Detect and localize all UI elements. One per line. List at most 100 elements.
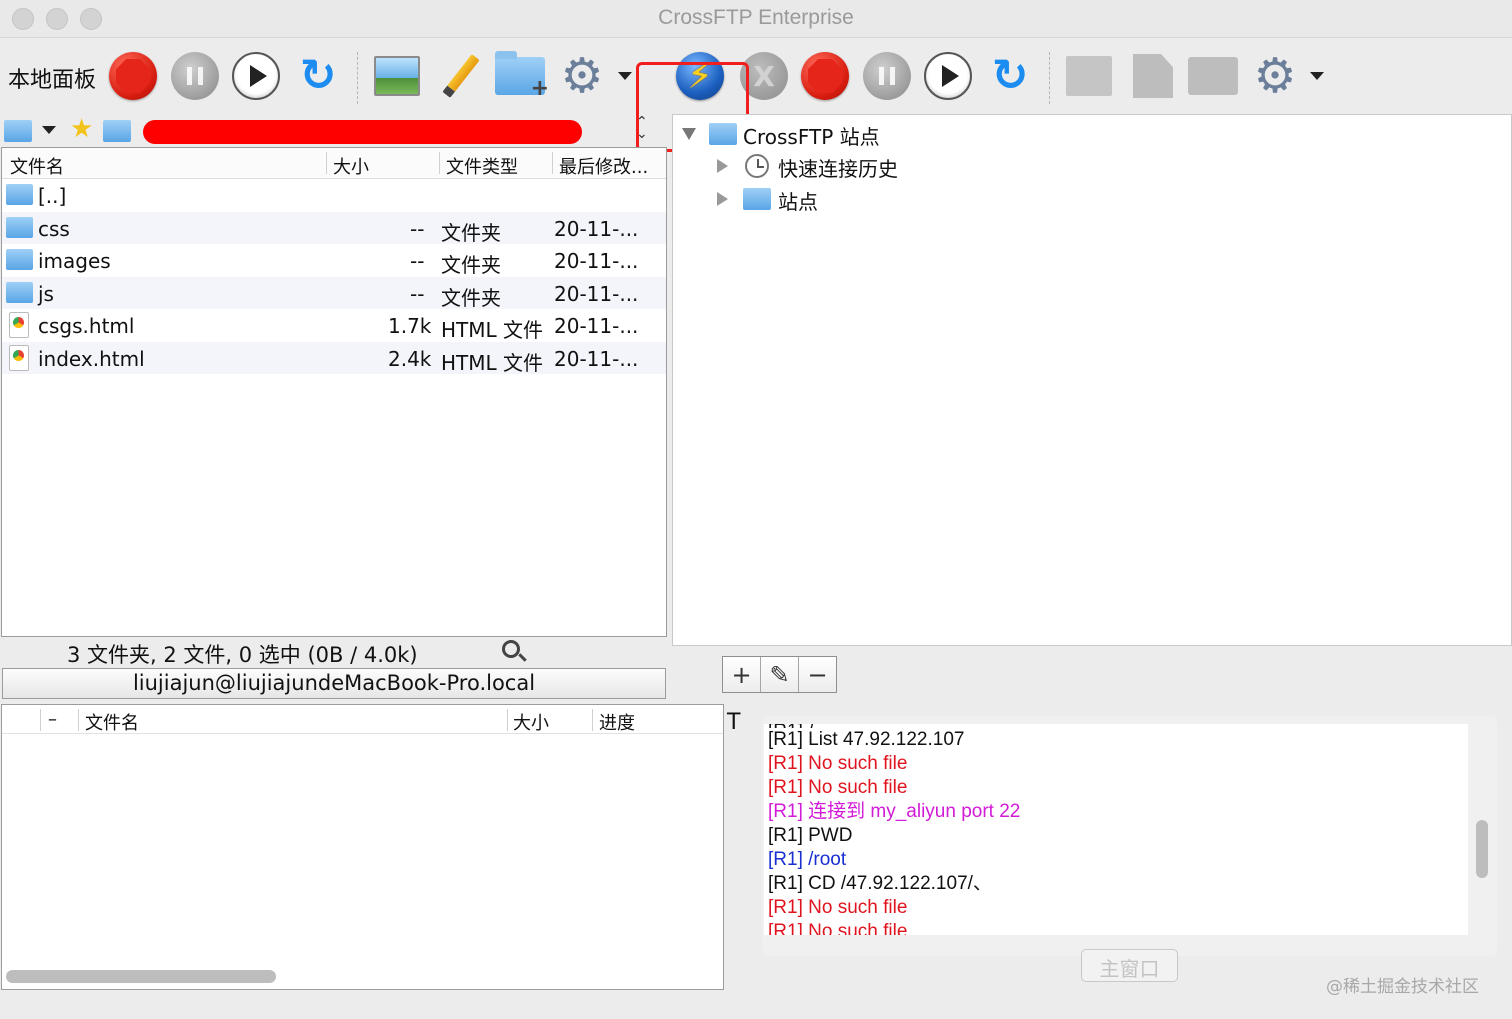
preview-icon	[374, 56, 420, 96]
col-header-name[interactable]: 文件名	[85, 709, 139, 735]
preview-icon	[1066, 56, 1112, 96]
collapse-arrow-icon[interactable]	[717, 192, 728, 206]
html-file-icon	[9, 312, 29, 338]
gear-icon: ⚙	[1253, 48, 1297, 104]
chevron-down-icon[interactable]	[42, 126, 56, 134]
play-icon	[232, 52, 280, 100]
refresh-icon: ↻	[299, 50, 337, 101]
edit-site-button[interactable]: ✎	[761, 657, 799, 692]
add-site-button[interactable]: +	[723, 657, 761, 692]
remote-edit-button[interactable]	[1127, 50, 1179, 102]
chevron-down-icon[interactable]	[1310, 72, 1324, 80]
log-line: [R1] CD /47.92.122.107/、	[768, 873, 992, 894]
log-tab-label[interactable]: T	[727, 710, 740, 735]
col-header-progress[interactable]: 进度	[599, 709, 635, 735]
tree-item-quick-connect-history[interactable]: 快速连接历史	[778, 153, 898, 182]
window-title: CrossFTP Enterprise	[658, 6, 854, 29]
host-label[interactable]: liujiajun@liujiajundeMacBook-Pro.local	[2, 668, 666, 699]
log-output: [R1] / ... [R1] List 47.92.122.107[R1] N…	[764, 724, 1468, 935]
col-header-modified[interactable]: 最后修改...	[559, 153, 648, 179]
remote-refresh-button[interactable]: ↻	[984, 50, 1036, 102]
folder-icon	[6, 281, 33, 303]
log-line: [R1] 连接到 my_aliyun port 22	[768, 801, 1021, 822]
local-path-bar: ★ ⌃ ⌄	[0, 114, 668, 148]
folder-icon	[6, 216, 33, 238]
folder-icon	[709, 123, 737, 145]
local-file-table: 文件名 大小 文件类型 最后修改... [..] css -- 文件夹 20-1…	[1, 147, 667, 637]
new-folder-icon: +	[495, 51, 549, 101]
stop-icon	[801, 52, 849, 100]
table-row[interactable]: images -- 文件夹 20-11-...	[2, 244, 666, 277]
table-header: – 文件名 大小 进度	[2, 705, 723, 734]
log-line: [R1] No such file	[768, 777, 908, 798]
refresh-icon: ↻	[991, 50, 1029, 101]
toolbar: 本地面板 ↻ + ⚙ ⚡ X ↻ ⚙	[0, 38, 1512, 152]
log-line: [R1] List 47.92.122.107	[768, 729, 965, 750]
log-line: [R1] /root	[768, 849, 847, 870]
edit-icon	[442, 54, 480, 98]
local-play-button[interactable]	[230, 50, 282, 102]
new-folder-icon	[1188, 57, 1238, 95]
remove-site-button[interactable]: −	[799, 657, 836, 692]
stop-icon	[109, 52, 157, 100]
folder-icon	[743, 188, 771, 210]
tree-item-sites[interactable]: 站点	[778, 186, 818, 215]
local-settings-button[interactable]: ⚙	[556, 50, 608, 102]
path-input-redacted[interactable]	[143, 120, 582, 144]
folder-icon[interactable]	[4, 120, 32, 142]
remote-pause-button[interactable]	[861, 50, 913, 102]
title-bar: CrossFTP Enterprise	[0, 0, 1512, 38]
main-window-button[interactable]: 主窗口	[1081, 949, 1178, 982]
log-line: [R1] PWD	[768, 825, 853, 846]
local-status-bar: 3 文件夹, 2 文件, 0 选中 (0B / 4.0k)	[0, 636, 668, 670]
vertical-scrollbar[interactable]	[1476, 820, 1488, 878]
table-row[interactable]: index.html 2.4k HTML 文件 20-11-...	[2, 341, 666, 375]
collapse-arrow-icon[interactable]	[717, 159, 728, 173]
plus-icon: +	[530, 76, 549, 101]
gear-icon: ⚙	[560, 48, 604, 104]
search-icon[interactable]	[502, 640, 520, 658]
table-row[interactable]: js -- 文件夹 20-11-...	[2, 276, 666, 310]
clock-icon	[745, 154, 769, 178]
log-line: [R1] No such file	[768, 753, 908, 774]
local-refresh-button[interactable]: ↻	[292, 50, 344, 102]
play-icon	[924, 52, 972, 100]
col-header-name[interactable]: 文件名	[10, 153, 64, 179]
remote-stop-button[interactable]	[799, 50, 851, 102]
col-header-size[interactable]: 大小	[333, 153, 369, 179]
table-row[interactable]: csgs.html 1.7k HTML 文件 20-11-...	[2, 309, 666, 342]
tree-root-crossftp-sites[interactable]: CrossFTP 站点	[743, 121, 880, 150]
pause-icon	[171, 52, 219, 100]
site-buttons: + ✎ −	[722, 656, 837, 693]
col-header-status[interactable]: –	[48, 709, 57, 730]
transfer-queue-table: – 文件名 大小 进度	[1, 704, 724, 990]
folder-icon[interactable]	[103, 120, 131, 142]
local-preview-button[interactable]	[371, 50, 423, 102]
folder-icon	[6, 184, 33, 205]
local-new-folder-button[interactable]: +	[494, 50, 549, 102]
expand-arrow-icon[interactable]	[682, 128, 696, 140]
local-panel-label: 本地面板	[8, 68, 97, 93]
edit-icon	[1133, 54, 1173, 98]
path-updown-icon[interactable]: ⌃ ⌄	[636, 115, 648, 141]
col-header-type[interactable]: 文件类型	[446, 153, 518, 179]
remote-settings-button[interactable]: ⚙	[1249, 50, 1301, 102]
remote-new-folder-button[interactable]	[1187, 50, 1239, 102]
table-row[interactable]: css -- 文件夹 20-11-...	[2, 211, 666, 245]
remote-preview-button[interactable]	[1063, 50, 1115, 102]
horizontal-scrollbar[interactable]	[6, 970, 276, 983]
log-line: [R1] No such file	[768, 921, 908, 935]
table-row[interactable]: [..]	[2, 179, 666, 212]
selection-summary: 3 文件夹, 2 文件, 0 选中 (0B / 4.0k)	[67, 643, 418, 667]
table-header: 文件名 大小 文件类型 最后修改...	[2, 148, 666, 179]
site-tree: CrossFTP 站点 快速连接历史 站点	[672, 114, 1512, 646]
local-edit-button[interactable]	[435, 50, 487, 102]
html-file-icon	[9, 344, 29, 371]
local-pause-button[interactable]	[169, 50, 221, 102]
chevron-down-icon[interactable]	[618, 72, 632, 80]
remote-play-button[interactable]	[922, 50, 974, 102]
log-line: [R1] No such file	[768, 897, 908, 918]
col-header-size[interactable]: 大小	[513, 709, 549, 735]
local-stop-button[interactable]	[107, 50, 159, 102]
bookmark-star-icon[interactable]: ★	[70, 114, 93, 144]
